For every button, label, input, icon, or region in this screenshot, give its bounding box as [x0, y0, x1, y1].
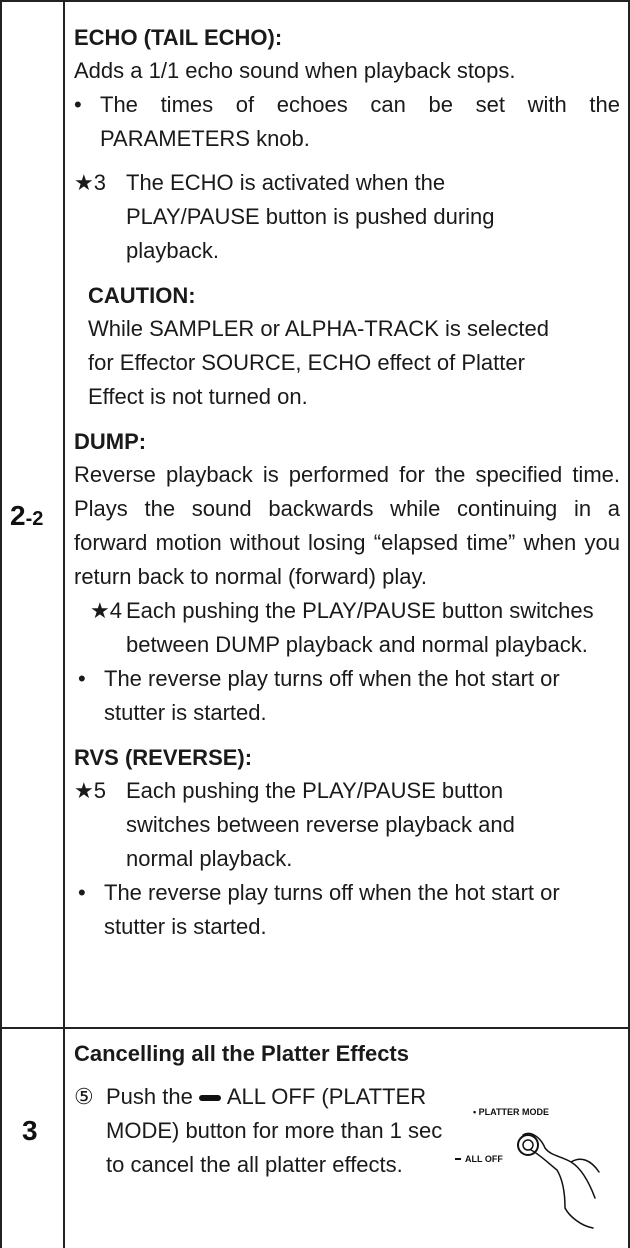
echo-heading: ECHO (TAIL ECHO):	[74, 25, 283, 50]
caution-text: While SAMPLER or ALPHA-TRACK is selected…	[88, 316, 549, 409]
cancel-heading: Cancelling all the Platter Effects	[74, 1041, 409, 1066]
step-number-2-2: 2-2	[10, 500, 44, 531]
row-divider	[0, 1027, 630, 1029]
caution-heading: CAUTION:	[88, 283, 196, 308]
hand-icon	[522, 1132, 600, 1229]
column-divider	[63, 0, 65, 1248]
all-off-label: ALL OFF	[465, 1154, 503, 1164]
echo-note-3: ★3 The ECHO is activated when the PLAY/PA…	[74, 170, 495, 263]
table-top-border	[0, 0, 630, 2]
step-number-3: 3	[22, 1115, 38, 1146]
platter-mode-label: • PLATTER MODE	[473, 1107, 549, 1117]
echo-description: Adds a 1/1 echo sound when playback stop…	[74, 58, 516, 83]
platter-mode-button-illustration: • PLATTER MODE ALL OFF	[455, 1107, 600, 1229]
echo-bullet: • The times of echoes can be set with the…	[74, 92, 620, 151]
dump-note-4: ★4 Each pushing the PLAY/PAUSE button swi…	[90, 598, 594, 657]
rvs-heading: RVS (REVERSE):	[74, 745, 253, 770]
table-left-border	[0, 0, 2, 1248]
caution-block: CAUTION: While SAMPLER or ALPHA-TRACK is…	[74, 280, 620, 414]
step-2-2-content: ECHO (TAIL ECHO): Adds a 1/1 echo sound …	[74, 22, 620, 944]
dump-bullet: • The reverse play turns off when the hot…	[78, 666, 560, 725]
minus-icon	[198, 1095, 221, 1102]
rvs-note-5: ★5 Each pushing the PLAY/PAUSE button swi…	[74, 778, 515, 871]
rvs-bullet: • The reverse play turns off when the hot…	[78, 880, 560, 939]
dump-heading: DUMP:	[74, 429, 147, 454]
instruction-table: 2-2 ECHO (TAIL ECHO): Adds a 1/1 echo so…	[0, 0, 630, 1248]
dump-description: Reverse playback is performed for the sp…	[74, 462, 620, 589]
